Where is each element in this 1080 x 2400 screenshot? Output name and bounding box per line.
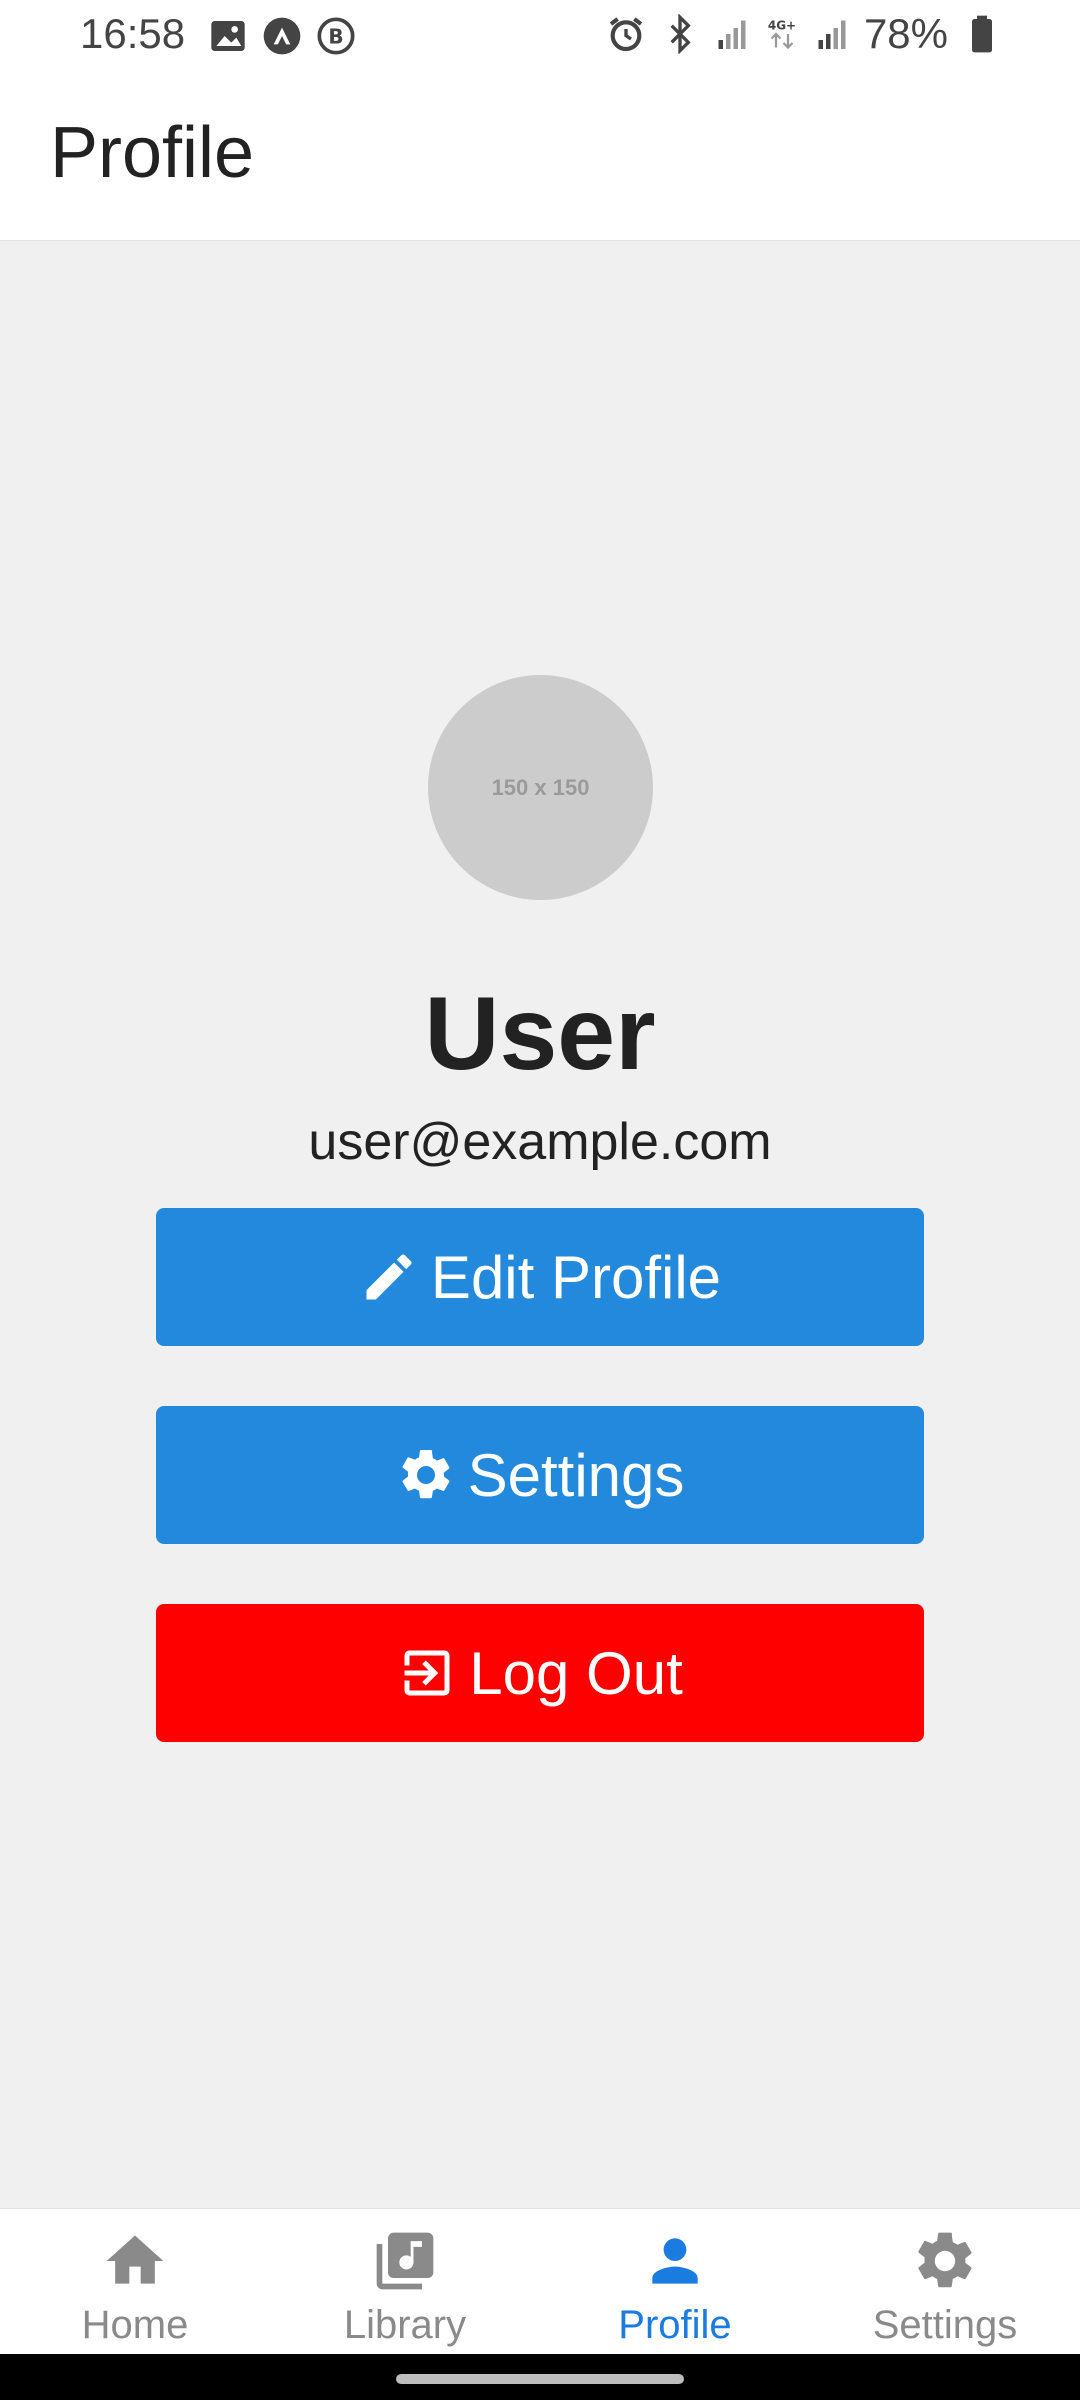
signal-icon <box>818 20 846 49</box>
gear-icon <box>402 1449 449 1499</box>
tab-settings[interactable]: Settings <box>810 2209 1080 2355</box>
tab-library-label: Library <box>343 2303 467 2347</box>
b-icon: B <box>317 17 355 55</box>
status-left-icons: B <box>208 16 356 56</box>
avatar: 150 x 150 <box>428 675 653 900</box>
svg-text:4G+: 4G+ <box>768 19 796 33</box>
bluetooth-icon <box>670 14 691 54</box>
tab-settings-label: Settings <box>872 2303 1018 2347</box>
user-name: User <box>424 976 656 1092</box>
user-email: user@example.com <box>308 1113 772 1171</box>
tab-profile-label: Profile <box>618 2303 732 2347</box>
tab-library[interactable]: Library <box>270 2209 540 2355</box>
log-out-label: Log Out <box>469 1639 683 1707</box>
edit-profile-button[interactable]: Edit Profile <box>156 1208 924 1346</box>
settings-label: Settings <box>467 1441 685 1509</box>
status-time: 16:58 <box>80 10 186 57</box>
library-icon <box>376 2232 434 2290</box>
home-icon <box>106 2235 164 2284</box>
edit-profile-label: Edit Profile <box>430 1243 722 1311</box>
settings-button[interactable]: Settings <box>156 1406 924 1544</box>
status-right: 4G+ 78% <box>606 10 1002 58</box>
app-icon <box>263 17 301 55</box>
status-bar: 16:58 B 4G+ 78% <box>0 0 1080 72</box>
tab-home-label: Home <box>81 2303 189 2347</box>
alarm-icon <box>609 17 643 52</box>
person-icon <box>652 2238 698 2284</box>
tab-home[interactable]: Home <box>0 2209 270 2355</box>
gear-icon <box>918 2232 972 2288</box>
home-gesture-handle[interactable] <box>396 2374 684 2384</box>
battery-icon <box>972 15 992 53</box>
log-out-button[interactable]: Log Out <box>156 1604 924 1742</box>
page-title: Profile <box>50 113 255 193</box>
signal-icon <box>718 20 746 49</box>
bottom-tab-bar: Home Library Profile Settings <box>0 2208 1080 2355</box>
battery-percent: 78% <box>863 10 948 57</box>
image-icon <box>211 21 245 51</box>
pencil-icon <box>366 1254 412 1300</box>
avatar-placeholder-text: 150 x 150 <box>491 774 590 800</box>
svg-text:B: B <box>328 25 343 49</box>
system-navigation-bar <box>0 2354 1080 2400</box>
app-bar: Profile <box>0 72 1080 241</box>
tab-profile[interactable]: Profile <box>540 2209 810 2355</box>
log-out-icon <box>404 1650 450 1696</box>
data-4g-icon: 4G+ <box>768 19 796 50</box>
